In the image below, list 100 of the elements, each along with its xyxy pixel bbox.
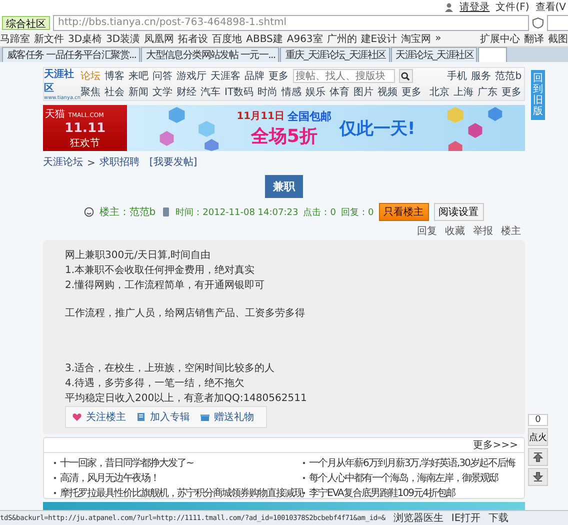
search-button[interactable] <box>398 69 413 83</box>
bookmark[interactable]: 新文件 <box>34 32 64 46</box>
channel-link[interactable]: 娱乐 <box>306 85 326 99</box>
nav-link[interactable]: 问答 <box>152 69 173 83</box>
channel-link[interactable]: IT数码 <box>224 85 254 99</box>
channel-link[interactable]: 体育 <box>330 85 350 99</box>
channel-link[interactable]: 汽车 <box>200 85 221 99</box>
toolbar-item[interactable]: 截图 <box>548 32 568 46</box>
channel-link[interactable]: 文学 <box>152 85 173 99</box>
reply-count: 回复：0 <box>340 206 374 218</box>
nav-link[interactable]: 博客 <box>104 69 125 83</box>
post-action-link[interactable]: 举报 <box>473 224 493 238</box>
breadcrumb-link[interactable]: 天涯论坛 <box>43 155 83 169</box>
region-link[interactable]: 广东 <box>478 85 498 99</box>
breadcrumb-link[interactable]: 求职招聘 <box>99 155 140 169</box>
site-logo[interactable]: 天涯社区 <box>44 67 81 95</box>
channel-link[interactable]: 社会 <box>104 85 125 99</box>
toolbar-item[interactable]: 翻译 <box>524 32 544 46</box>
nav-link[interactable]: 游戏厅 <box>176 69 207 83</box>
more-link[interactable]: 更多>>> <box>472 438 518 452</box>
status-item[interactable]: 浏览器医生 <box>393 511 444 525</box>
browser-tab[interactable]: 威客任务 一品任务平台汇聚赏... <box>2 47 140 62</box>
user-link[interactable]: 范范b <box>495 69 522 83</box>
footer-action-link[interactable]: 关注楼主 <box>86 410 126 424</box>
browser-tab[interactable]: 天涯论坛_天涯社区 <box>390 47 478 62</box>
promo-discount: 全场5折 <box>250 124 318 148</box>
bookmark[interactable]: 3D装潢 <box>106 32 140 46</box>
post-text-line: 网上兼职300元/天日算,时间自由 <box>65 248 212 263</box>
browser-tab[interactable]: 重庆_天涯论坛_天涯社区 <box>280 47 390 62</box>
smiley-icon <box>84 207 94 217</box>
post-text-line: 工作流程，推广人员，给网店销售产品、工资多劳多得 <box>65 306 306 322</box>
user-link[interactable]: 服务 <box>471 69 492 83</box>
bookmark[interactable]: 百度地 <box>212 32 242 46</box>
author-only-button[interactable]: 只看楼主 <box>378 203 429 221</box>
bookmark[interactable]: 拓者设 <box>178 32 208 46</box>
reading-settings-button[interactable]: 阅读设置 <box>434 203 484 221</box>
bookmark[interactable]: 马蹄室 <box>0 32 30 46</box>
channel-link[interactable]: 情感 <box>282 85 302 99</box>
status-item[interactable]: IE打开 <box>451 511 481 525</box>
post-action-link[interactable]: 楼主 <box>501 224 521 238</box>
login-link[interactable]: 请登录 <box>460 0 490 14</box>
browser-tab[interactable]: 大型信息分类网站发帖 一元一... <box>141 47 280 62</box>
user-icon <box>444 2 454 12</box>
region-link[interactable]: 更多 <box>502 85 522 99</box>
bookmark[interactable]: 淘宝网 <box>401 32 432 46</box>
bookmark[interactable]: A963室 <box>286 32 323 46</box>
status-item[interactable]: 下载 <box>488 511 509 525</box>
channel-link[interactable]: 财经 <box>176 85 197 99</box>
user-link[interactable]: 手机 <box>447 69 468 83</box>
nav-link[interactable]: 品牌 <box>244 69 265 83</box>
search-field[interactable]: 搜帖、找人、搜版块 <box>292 69 395 83</box>
promo-shipping: 全国包邮 <box>288 108 332 124</box>
channel-link[interactable]: 更多 <box>402 85 422 99</box>
bookmark[interactable]: 3D桌椅 <box>68 32 102 46</box>
post-author[interactable]: 楼主：范范b <box>99 205 156 219</box>
post-text-line: 1.本兼职不会收取任何押金费用，绝对真实 <box>65 264 256 278</box>
bookmark[interactable]: ABBS建 <box>246 32 283 46</box>
event-subtitle: 狂欢节 <box>70 136 100 150</box>
new-post-link[interactable]: [我要发帖] <box>149 155 198 169</box>
fire-count: 0 <box>528 414 548 426</box>
recommend-link[interactable]: 李宁EVA复合底男跑鞋109元4折包邮 <box>309 486 455 500</box>
post-text-line: 平均稳定日收入200以上，有意者加QQ:1480562511 <box>65 392 308 406</box>
nav-link[interactable]: 天涯客 <box>210 69 241 83</box>
channel-link[interactable]: 聚焦 <box>80 85 101 99</box>
channel-link[interactable]: 视频 <box>378 85 398 99</box>
footer-action-link[interactable]: 赠送礼物 <box>214 410 254 424</box>
toolbar-item[interactable]: 扩展中心 <box>480 32 520 46</box>
heart-icon <box>72 412 82 422</box>
scroll-bottom-button[interactable] <box>528 468 548 486</box>
bookmark[interactable]: 建E设计 <box>360 32 398 46</box>
recommend-link[interactable]: 高清，风月无边午夜场！ <box>60 471 159 485</box>
post-action-link[interactable]: 回复 <box>417 224 437 238</box>
recommend-link[interactable]: 摩托罗拉最具性价比旗舰机，苏宁积分商城领券购物直接减现 <box>60 486 303 500</box>
footer-action-link[interactable]: 加入专辑 <box>150 410 190 424</box>
shield-icon[interactable] <box>532 16 544 28</box>
post-text-line: 4.待遇，多劳多得，一笔一结，绝不拖欠 <box>65 376 246 391</box>
post-action-link[interactable]: 收藏 <box>445 224 465 238</box>
channel-link[interactable]: 图片 <box>354 85 374 99</box>
recommend-link[interactable]: 一个月从年薪6万到月薪3万,学好英语,30岁起不后悔 <box>309 456 515 470</box>
bookmark[interactable]: 广州的 <box>326 32 357 46</box>
more-bookmarks[interactable]: » <box>435 33 442 44</box>
bookmark[interactable]: 凤凰网 <box>144 32 174 46</box>
address-field[interactable]: http://bbs.tianya.cn/post-763-464898-1.shtml <box>53 14 529 30</box>
site-dropdown[interactable]: 综合社区 <box>2 16 50 30</box>
gift-icon <box>200 412 210 422</box>
fire-button[interactable]: 点火 <box>528 428 548 446</box>
menu-item[interactable]: 文件(F) <box>496 0 530 14</box>
channel-link[interactable]: 时尚 <box>258 85 278 99</box>
nav-link[interactable]: 来吧 <box>128 69 149 83</box>
menu-item[interactable]: 查看(V <box>535 0 566 14</box>
channel-link[interactable]: 新闻 <box>128 85 149 99</box>
scroll-top-button[interactable] <box>528 448 548 466</box>
region-link[interactable]: 北京 <box>430 85 450 99</box>
region-link[interactable]: 上海 <box>454 85 474 99</box>
post-title: 兼职 <box>265 175 303 198</box>
nav-link[interactable]: 更多 <box>268 69 289 83</box>
post-text-line: 2.懂得网购，工作流程简单，有开通网银即可 <box>65 278 266 293</box>
recommend-link[interactable]: 十一回家，昔日同学都挣大发了~ <box>60 456 194 470</box>
recommend-link[interactable]: 每个人心中都有一个海岛，海南左岸，御景观邸 <box>309 471 498 485</box>
click-count: 点击：0 <box>303 206 336 218</box>
